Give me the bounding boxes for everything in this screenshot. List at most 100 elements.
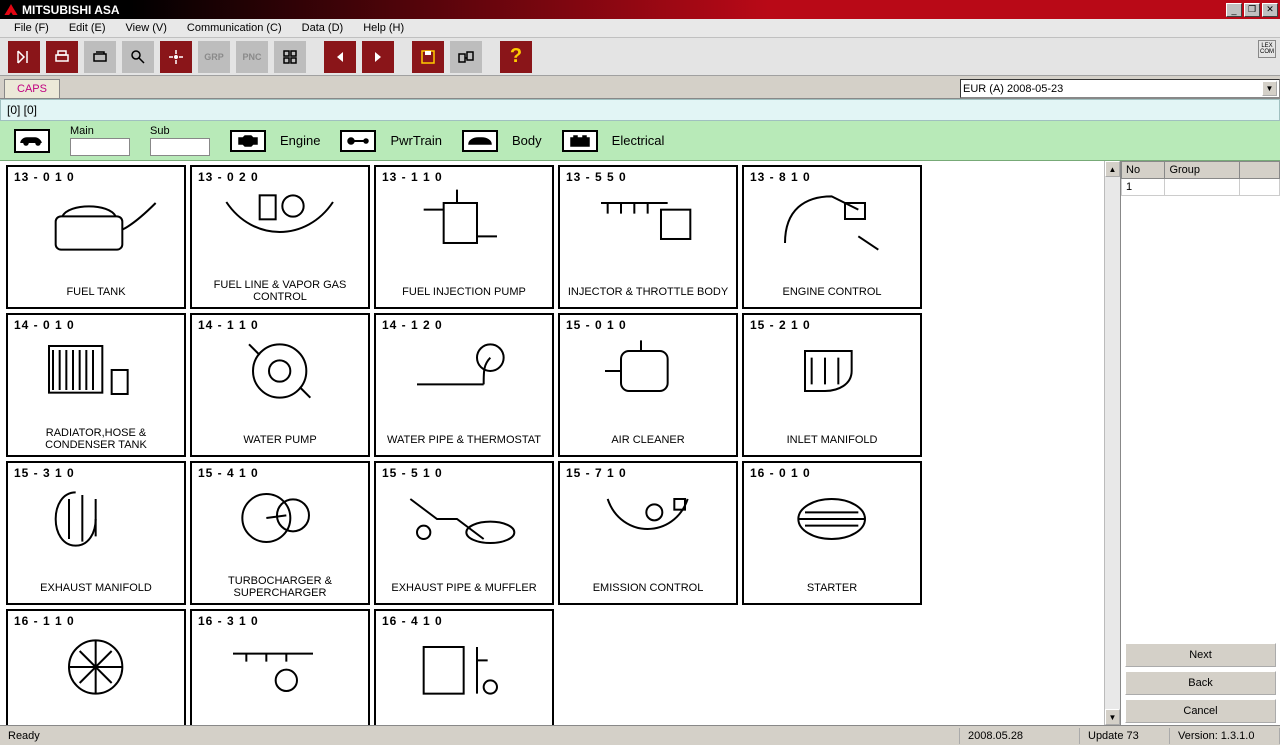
toolbar-btn-next[interactable]	[362, 41, 394, 73]
part-card[interactable]: 16 - 1 1 0	[6, 609, 186, 725]
side-panel: NoGroup 1 Next Back Cancel	[1120, 161, 1280, 725]
part-label: EMISSION CONTROL	[560, 575, 736, 603]
toolbar-btn-help[interactable]: ?	[500, 41, 532, 73]
status-bar: Ready 2008.05.28 Update 73 Version: 1.3.…	[0, 725, 1280, 745]
window-controls: _ ❐ ✕	[1226, 3, 1280, 17]
part-card[interactable]: 13 - 0 2 0FUEL LINE & VAPOR GAS CONTROL	[190, 165, 370, 309]
part-code: 16 - 4 1 0	[382, 614, 443, 628]
scroll-up-icon[interactable]: ▲	[1105, 161, 1120, 177]
part-code: 16 - 1 1 0	[14, 614, 75, 628]
part-label: RADIATOR,HOSE & CONDENSER TANK	[8, 425, 184, 455]
part-label	[376, 723, 552, 725]
part-label: ENGINE CONTROL	[744, 279, 920, 307]
part-card[interactable]: 15 - 2 1 0INLET MANIFOLD	[742, 313, 922, 457]
part-card[interactable]: 16 - 0 1 0 STARTER	[742, 461, 922, 605]
part-code: 15 - 3 1 0	[14, 466, 75, 480]
app-logo-icon	[4, 4, 18, 16]
part-card[interactable]: 15 - 4 1 0TURBOCHARGER & SUPERCHARGER	[190, 461, 370, 605]
part-code: 16 - 0 1 0	[750, 466, 811, 480]
part-label: FUEL TANK	[8, 279, 184, 307]
menu-bar: File (F) Edit (E) View (V) Communication…	[0, 19, 1280, 38]
cat-pwrtrain[interactable]: PwrTrain	[340, 130, 442, 152]
scrollbar[interactable]: ▲ ▼	[1104, 161, 1120, 725]
close-button[interactable]: ✕	[1262, 3, 1278, 17]
toolbar-btn-grp[interactable]: GRP	[198, 41, 230, 73]
main-input[interactable]	[70, 138, 130, 156]
filter-bar: Main Sub Engine PwrTrain Body Electrical	[0, 121, 1280, 161]
sub-input[interactable]	[150, 138, 210, 156]
toolbar-btn-pnc[interactable]: PNC	[236, 41, 268, 73]
col-group[interactable]: Group	[1165, 162, 1240, 179]
content-area: 13 - 0 1 0 FUEL TANK13 - 0 2 0FUEL LINE &…	[0, 161, 1280, 725]
part-card[interactable]: 14 - 1 1 0WATER PUMP	[190, 313, 370, 457]
part-card[interactable]: 13 - 8 1 0 ENGINE CONTROL	[742, 165, 922, 309]
toolbar-btn-11[interactable]	[450, 41, 482, 73]
part-card[interactable]: 14 - 1 2 0WATER PIPE & THERMOSTAT	[374, 313, 554, 457]
part-code: 13 - 0 1 0	[14, 170, 75, 184]
part-label: EXHAUST MANIFOLD	[8, 575, 184, 603]
cat-label: Engine	[280, 133, 320, 148]
part-code: 15 - 0 1 0	[566, 318, 627, 332]
part-card[interactable]: 15 - 7 1 0EMISSION CONTROL	[558, 461, 738, 605]
toolbar-btn-print[interactable]	[46, 41, 78, 73]
part-card[interactable]: 15 - 0 1 0 AIR CLEANER	[558, 313, 738, 457]
scroll-down-icon[interactable]: ▼	[1105, 709, 1120, 725]
cat-label: Electrical	[612, 133, 665, 148]
app-title: MITSUBISHI ASA	[18, 3, 1226, 17]
menu-help[interactable]: Help (H)	[353, 20, 414, 36]
toolbar-btn-grid[interactable]	[274, 41, 306, 73]
back-button[interactable]: Back	[1125, 671, 1276, 695]
next-button[interactable]: Next	[1125, 643, 1276, 667]
menu-data[interactable]: Data (D)	[292, 20, 354, 36]
menu-edit[interactable]: Edit (E)	[59, 20, 116, 36]
group-table: NoGroup 1	[1121, 161, 1280, 196]
cat-engine[interactable]: Engine	[230, 130, 320, 152]
main-field: Main	[70, 125, 130, 156]
cancel-button[interactable]: Cancel	[1125, 699, 1276, 723]
toolbar-btn-4[interactable]	[122, 41, 154, 73]
tab-bar: CAPS EUR (A) 2008-05-23 ▼	[0, 76, 1280, 99]
toolbar-btn-1[interactable]	[8, 41, 40, 73]
part-code: 15 - 4 1 0	[198, 466, 259, 480]
part-card[interactable]: 14 - 0 1 0RADIATOR,HOSE & CONDENSER TANK	[6, 313, 186, 457]
part-card[interactable]: 13 - 0 1 0 FUEL TANK	[6, 165, 186, 309]
part-card[interactable]: 15 - 3 1 0 EXHAUST MANIFOLD	[6, 461, 186, 605]
table-row[interactable]: 1	[1122, 179, 1280, 196]
part-card[interactable]: 13 - 5 5 0INJECTOR & THROTTLE BODY	[558, 165, 738, 309]
vehicle-icon[interactable]	[14, 129, 50, 153]
toolbar-btn-target[interactable]	[160, 41, 192, 73]
col-no[interactable]: No	[1122, 162, 1165, 179]
part-label	[8, 723, 184, 725]
tab-caps[interactable]: CAPS	[4, 79, 60, 98]
pwrtrain-icon	[340, 130, 376, 152]
parts-grid: 13 - 0 1 0 FUEL TANK13 - 0 2 0FUEL LINE &…	[6, 165, 1114, 725]
menu-communication[interactable]: Communication (C)	[177, 20, 292, 36]
toolbar-btn-3[interactable]	[84, 41, 116, 73]
region-date-combo[interactable]: EUR (A) 2008-05-23 ▼	[960, 79, 1280, 98]
cat-electrical[interactable]: Electrical	[562, 130, 665, 152]
part-label: AIR CLEANER	[560, 427, 736, 455]
engine-icon	[230, 130, 266, 152]
part-card[interactable]: 15 - 5 1 0EXHAUST PIPE & MUFFLER	[374, 461, 554, 605]
info-line: [0] [0]	[0, 99, 1280, 121]
sub-label: Sub	[150, 125, 210, 137]
toolbar-btn-prev[interactable]	[324, 41, 356, 73]
minimize-button[interactable]: _	[1226, 3, 1242, 17]
body-icon	[462, 130, 498, 152]
electrical-icon	[562, 130, 598, 152]
part-label: WATER PUMP	[192, 427, 368, 455]
part-card[interactable]: 16 - 4 1 0	[374, 609, 554, 725]
status-update: Update 73	[1080, 728, 1170, 744]
toolbar-btn-save[interactable]	[412, 41, 444, 73]
part-card[interactable]: 16 - 3 1 0	[190, 609, 370, 725]
part-card[interactable]: 13 - 1 1 0FUEL INJECTION PUMP	[374, 165, 554, 309]
cat-label: Body	[512, 133, 542, 148]
cat-body[interactable]: Body	[462, 130, 542, 152]
menu-file[interactable]: File (F)	[4, 20, 59, 36]
part-code: 13 - 8 1 0	[750, 170, 811, 184]
part-label: WATER PIPE & THERMOSTAT	[376, 427, 552, 455]
part-label: STARTER	[744, 575, 920, 603]
maximize-button[interactable]: ❐	[1244, 3, 1260, 17]
menu-view[interactable]: View (V)	[116, 20, 177, 36]
chevron-down-icon: ▼	[1262, 81, 1277, 96]
